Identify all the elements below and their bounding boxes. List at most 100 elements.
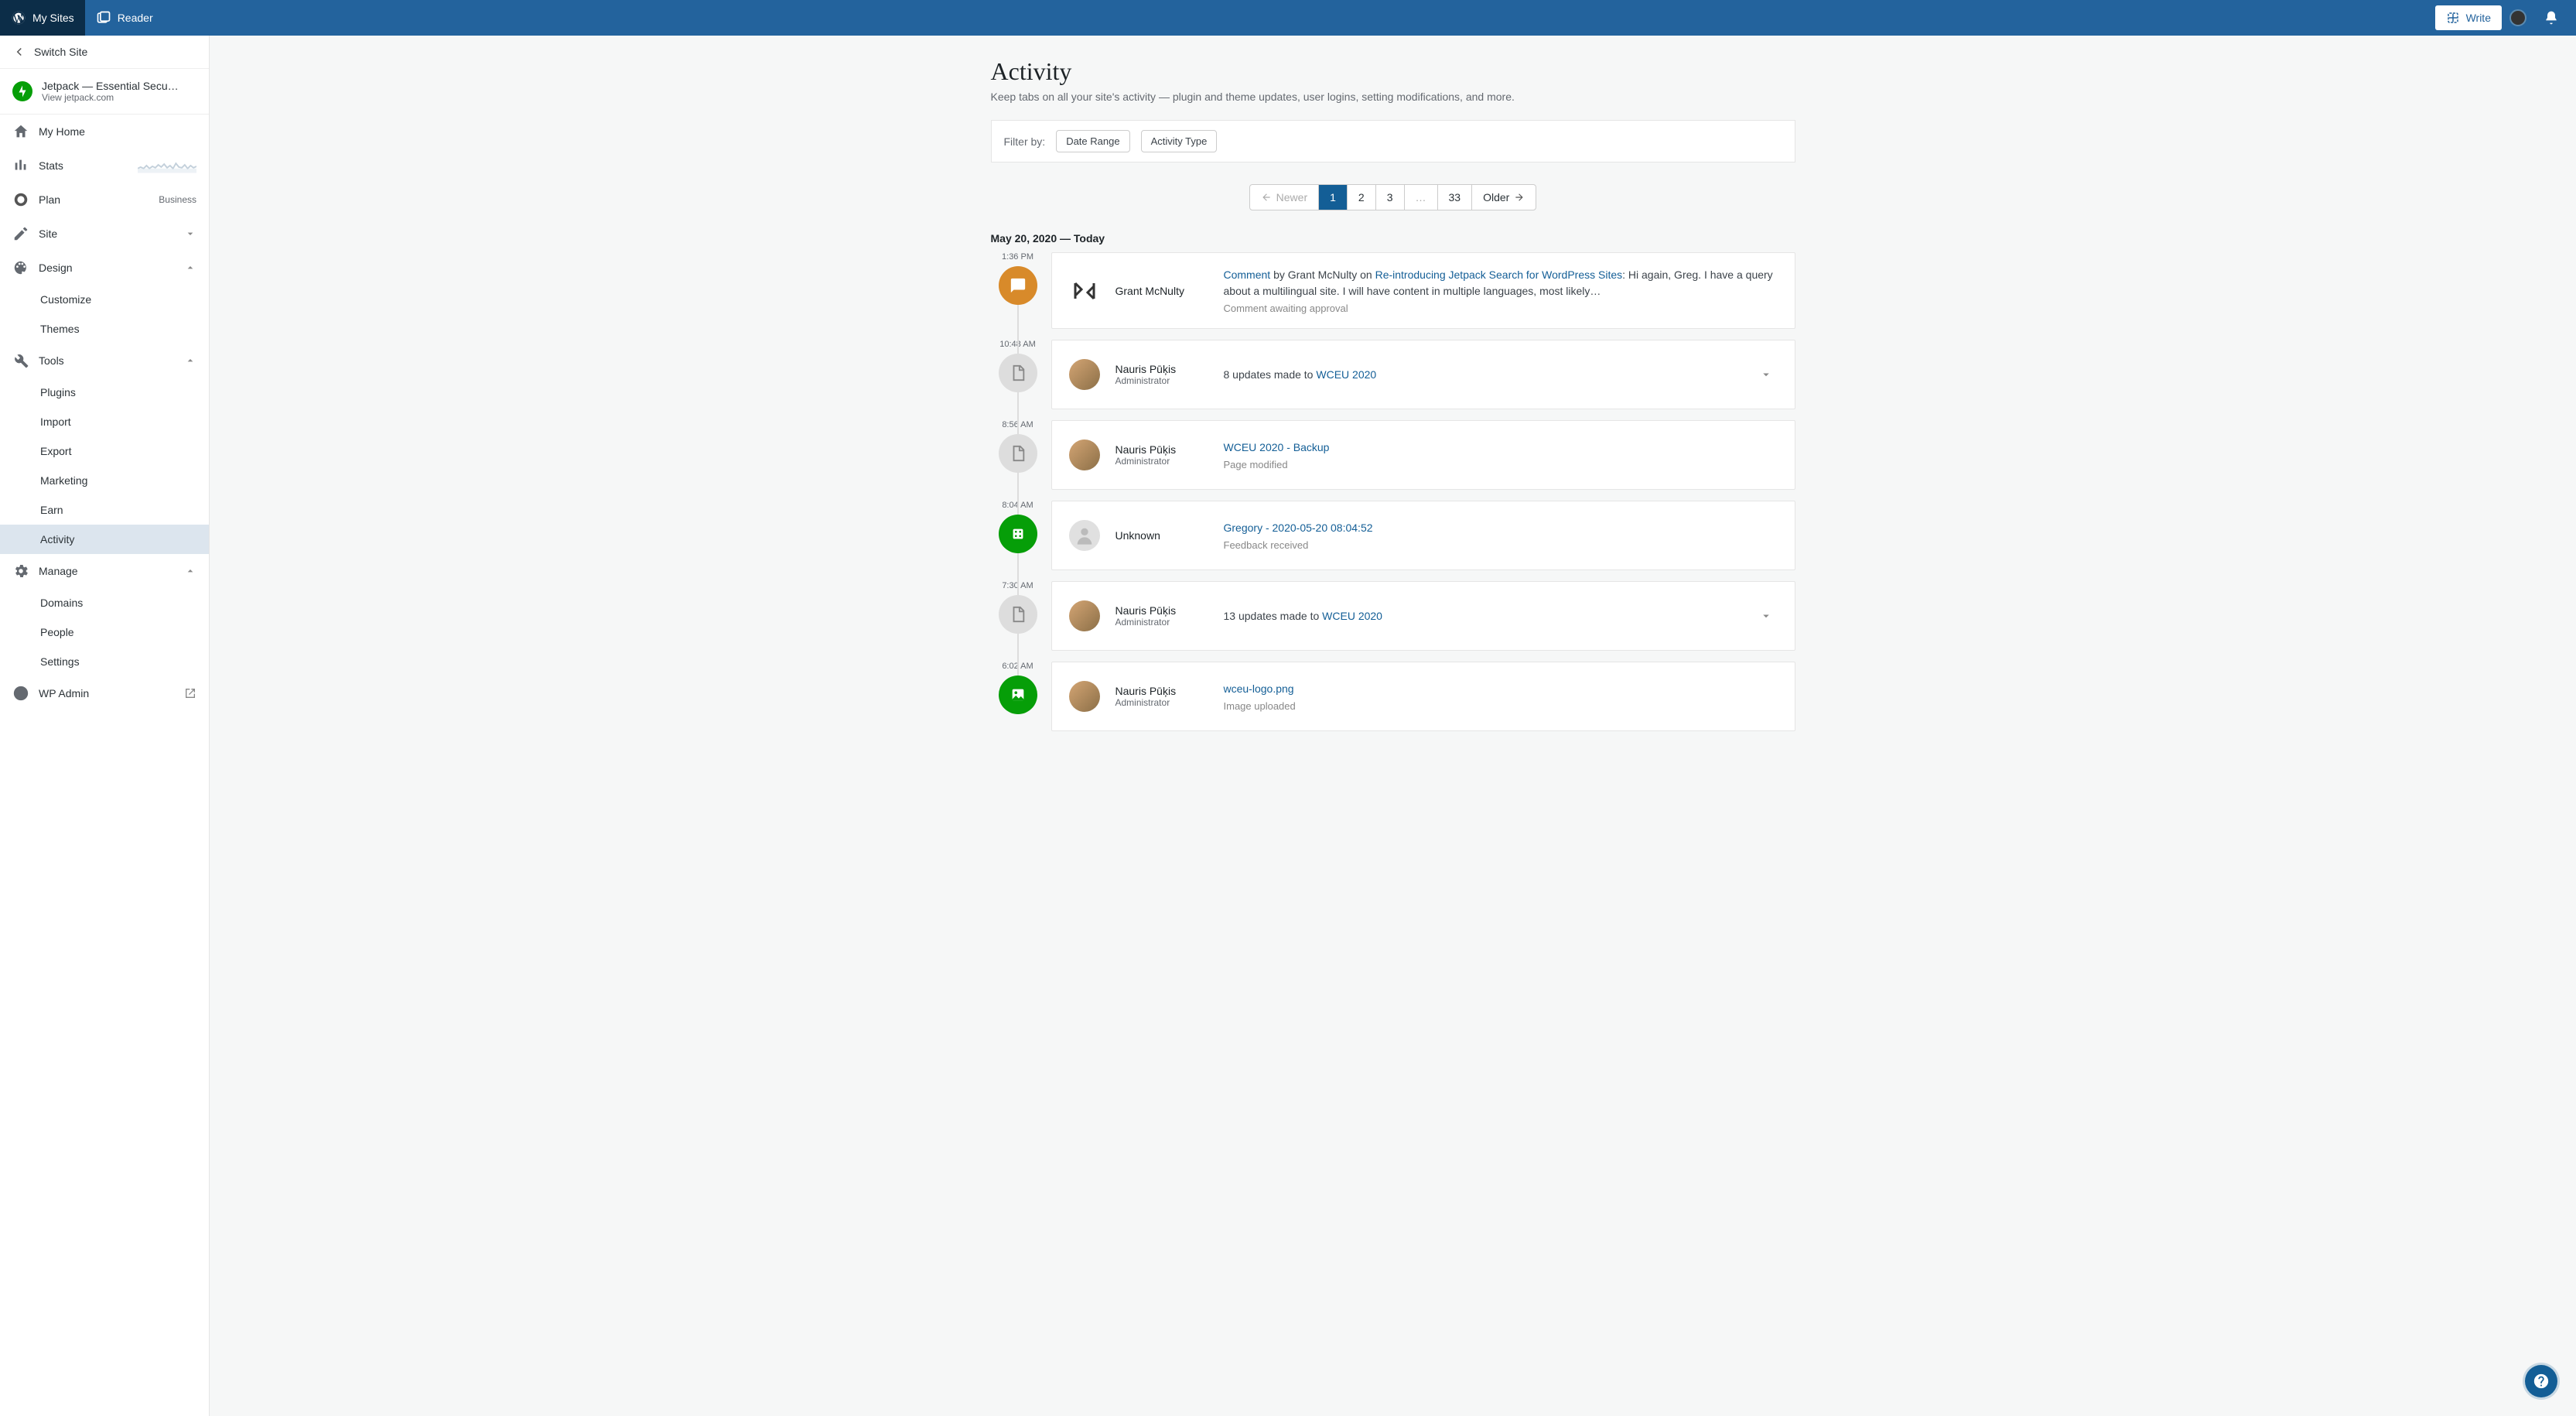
- actor-name: Nauris Pūķis: [1115, 443, 1208, 456]
- pagination-older-button[interactable]: Older: [1472, 185, 1536, 210]
- nav-themes[interactable]: Themes: [0, 314, 209, 344]
- nav-people[interactable]: People: [0, 617, 209, 647]
- masterbar-right: Write: [2435, 5, 2576, 30]
- mysites-label: My Sites: [32, 12, 74, 24]
- nav-import[interactable]: Import: [0, 407, 209, 436]
- actor-info: Unknown: [1115, 529, 1208, 542]
- feedback-link[interactable]: Gregory - 2020-05-20 08:04:52: [1224, 522, 1373, 534]
- filter-daterange-button[interactable]: Date Range: [1056, 130, 1129, 152]
- actor-avatar: [1069, 440, 1100, 470]
- activity-item: 10:48 AM Nauris Pūķis Administrator 8 up…: [991, 340, 1795, 409]
- nav-tools-label: Tools: [39, 354, 64, 367]
- activity-card[interactable]: Nauris Pūķis Administrator 13 updates ma…: [1051, 581, 1795, 651]
- pagination-page-3[interactable]: 3: [1376, 185, 1405, 210]
- help-button[interactable]: [2525, 1365, 2557, 1397]
- nav-plugins-label: Plugins: [40, 386, 76, 398]
- event-text-pre: 8 updates made to: [1224, 368, 1317, 381]
- activity-card[interactable]: Nauris Pūķis Administrator WCEU 2020 - B…: [1051, 420, 1795, 490]
- post-icon: [999, 595, 1037, 634]
- site-card[interactable]: Jetpack — Essential Security & P View je…: [0, 69, 209, 115]
- site-url-label: View jetpack.com: [42, 92, 181, 103]
- post-icon: [999, 434, 1037, 473]
- stats-icon: [12, 157, 29, 174]
- stats-sparkline: [138, 158, 196, 173]
- post-link[interactable]: WCEU 2020: [1322, 610, 1382, 622]
- chevron-left-icon: [12, 45, 26, 59]
- reader-button[interactable]: Reader: [85, 0, 164, 36]
- pagination-older-label: Older: [1483, 191, 1509, 204]
- nav-stats[interactable]: Stats: [0, 149, 209, 183]
- pagination-page-1[interactable]: 1: [1319, 185, 1348, 210]
- actor-name: Unknown: [1115, 529, 1208, 542]
- nav-plan[interactable]: Plan Business: [0, 183, 209, 217]
- expand-button[interactable]: [1754, 604, 1778, 628]
- notifications-button[interactable]: [2534, 5, 2568, 30]
- chevron-up-icon: [184, 354, 196, 367]
- nav-marketing[interactable]: Marketing: [0, 466, 209, 495]
- user-avatar[interactable]: [2509, 9, 2526, 26]
- activity-item: 1:36 PM Grant McNulty Comment by Grant M: [991, 252, 1795, 329]
- comment-link[interactable]: Comment: [1224, 268, 1271, 281]
- nav-tools[interactable]: Tools: [0, 344, 209, 378]
- nav-site[interactable]: Site: [0, 217, 209, 251]
- nav-themes-label: Themes: [40, 323, 80, 335]
- home-icon: [12, 123, 29, 140]
- filter-activitytype-button[interactable]: Activity Type: [1141, 130, 1218, 152]
- chevron-up-icon: [184, 262, 196, 274]
- nav-wpadmin-label: WP Admin: [39, 687, 89, 699]
- site-logo-icon: [12, 81, 32, 101]
- actor-info: Nauris Pūķis Administrator: [1115, 363, 1208, 386]
- post-link[interactable]: Re-introducing Jetpack Search for WordPr…: [1375, 268, 1623, 281]
- pagination-newer-button[interactable]: Newer: [1250, 185, 1319, 210]
- actor-avatar: [1069, 600, 1100, 631]
- masterbar-left: My Sites Reader: [0, 0, 164, 36]
- actor-info: Nauris Pūķis Administrator: [1115, 604, 1208, 628]
- comment-icon: [999, 266, 1037, 305]
- post-link[interactable]: WCEU 2020: [1316, 368, 1376, 381]
- nav-manage[interactable]: Manage: [0, 554, 209, 588]
- write-button[interactable]: Write: [2435, 5, 2502, 30]
- nav-plugins[interactable]: Plugins: [0, 378, 209, 407]
- media-link[interactable]: wceu-logo.png: [1224, 682, 1294, 695]
- nav-settings[interactable]: Settings: [0, 647, 209, 676]
- activity-item: 7:30 AM Nauris Pūķis Administrator 13 up…: [991, 581, 1795, 651]
- bell-icon: [2544, 10, 2559, 26]
- event-meta: Page modified: [1224, 459, 1778, 470]
- switch-site-label: Switch Site: [34, 46, 87, 58]
- pagination-page-2[interactable]: 2: [1348, 185, 1376, 210]
- activity-card[interactable]: Grant McNulty Comment by Grant McNulty o…: [1051, 252, 1795, 329]
- nav-manage-label: Manage: [39, 565, 78, 577]
- sidebar: Switch Site Jetpack — Essential Security…: [0, 36, 210, 1416]
- write-label: Write: [2466, 12, 2491, 24]
- switch-site-button[interactable]: Switch Site: [0, 36, 209, 69]
- activity-card[interactable]: Nauris Pūķis Administrator 8 updates mad…: [1051, 340, 1795, 409]
- post-link[interactable]: WCEU 2020 - Backup: [1224, 441, 1330, 453]
- event-meta: Comment awaiting approval: [1224, 303, 1778, 314]
- site-info: Jetpack — Essential Security & P View je…: [42, 80, 181, 103]
- activity-card[interactable]: Unknown Gregory - 2020-05-20 08:04:52 Fe…: [1051, 501, 1795, 570]
- nav-design[interactable]: Design: [0, 251, 209, 285]
- chevron-down-icon: [1759, 368, 1773, 381]
- page-subtitle: Keep tabs on all your site's activity — …: [991, 91, 1795, 103]
- nav-export[interactable]: Export: [0, 436, 209, 466]
- nav-earn[interactable]: Earn: [0, 495, 209, 525]
- nav-myhome[interactable]: My Home: [0, 115, 209, 149]
- nav-customize[interactable]: Customize: [0, 285, 209, 314]
- event-time: 1:36 PM: [991, 252, 1045, 262]
- activity-card[interactable]: Nauris Pūķis Administrator wceu-logo.png…: [1051, 662, 1795, 731]
- nav-plan-label: Plan: [39, 193, 60, 206]
- nav-wpadmin[interactable]: WP Admin: [0, 676, 209, 710]
- actor-name: Grant McNulty: [1115, 285, 1208, 297]
- nav-settings-label: Settings: [40, 655, 80, 668]
- help-icon: [2533, 1373, 2550, 1390]
- actor-role: Administrator: [1115, 375, 1208, 386]
- pagination-page-last[interactable]: 33: [1438, 185, 1473, 210]
- actor-role: Administrator: [1115, 456, 1208, 467]
- nav-marketing-label: Marketing: [40, 474, 87, 487]
- expand-button[interactable]: [1754, 363, 1778, 386]
- actor-avatar: [1069, 520, 1100, 551]
- nav-domains[interactable]: Domains: [0, 588, 209, 617]
- event-text-pre: 13 updates made to: [1224, 610, 1323, 622]
- mysites-button[interactable]: My Sites: [0, 0, 85, 36]
- nav-activity[interactable]: Activity: [0, 525, 209, 554]
